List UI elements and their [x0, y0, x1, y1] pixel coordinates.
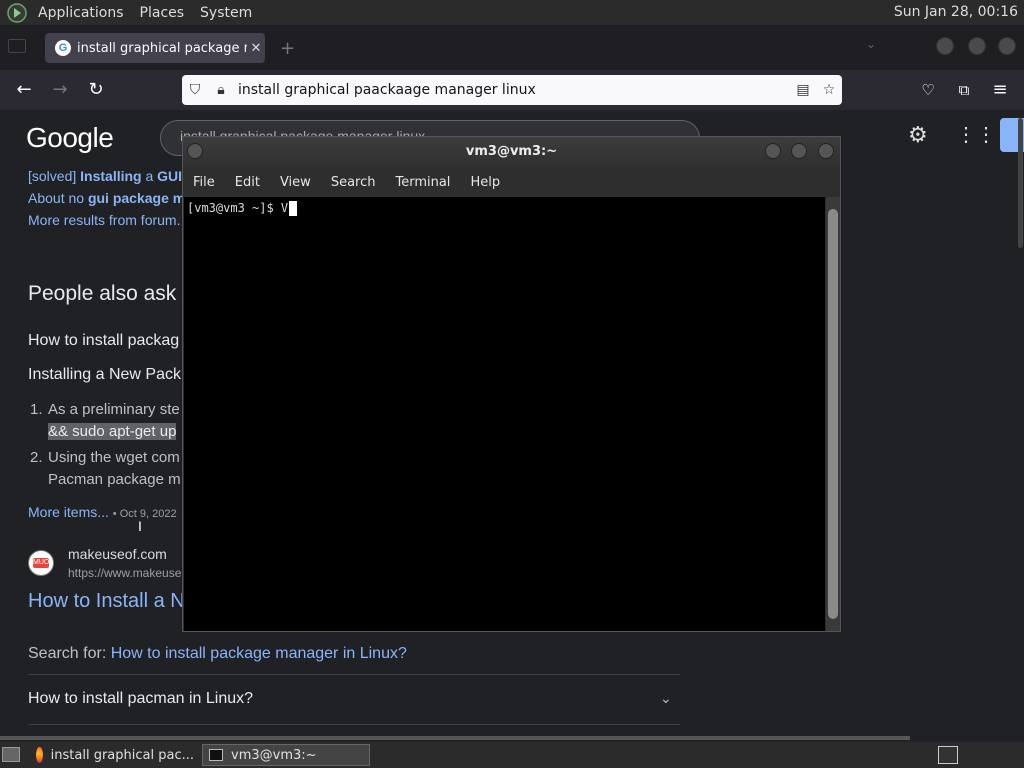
- menu-icon[interactable]: ≡: [988, 78, 1012, 102]
- distro-logo-icon[interactable]: [6, 2, 28, 24]
- applications-menu[interactable]: Applications: [34, 5, 128, 21]
- menu-search[interactable]: Search: [321, 175, 386, 190]
- terminal-menubar: File Edit View Search Terminal Help: [183, 167, 840, 197]
- tab-close-icon[interactable]: ✕: [247, 41, 265, 56]
- list-tabs-icon[interactable]: [8, 39, 26, 53]
- clock[interactable]: Sun Jan 28, 00:16: [894, 4, 1018, 20]
- firefox-icon: [36, 747, 43, 763]
- site-favicon-icon: MUO: [28, 550, 54, 576]
- result-bold2[interactable]: GUI: [157, 168, 182, 184]
- search-for-link[interactable]: How to install package manager in Linux?: [111, 645, 407, 662]
- system-menu[interactable]: System: [196, 5, 256, 21]
- snippet-title: Installing a New Pack: [28, 366, 181, 383]
- terminal-window[interactable]: vm3@vm3:~ File Edit View Search Terminal…: [182, 136, 841, 632]
- browser-tab[interactable]: G install graphical package ma ✕: [45, 33, 265, 63]
- result-mid[interactable]: a: [142, 168, 158, 184]
- forward-icon[interactable]: →: [48, 78, 72, 102]
- google-logo[interactable]: Google: [26, 122, 114, 154]
- url-bar[interactable]: ⛉ 🔒︎ install graphical paackaage manager…: [182, 75, 842, 105]
- workspace-switcher[interactable]: [938, 746, 958, 764]
- more-items-row: More items... • Oct 9, 2022: [28, 504, 177, 520]
- result-prefix-2[interactable]: About no: [28, 190, 88, 206]
- terminal-maximize-button[interactable]: [791, 143, 807, 159]
- terminal-close-button[interactable]: [818, 143, 834, 159]
- star-icon[interactable]: ☆: [816, 82, 842, 98]
- menu-file[interactable]: File: [183, 175, 225, 190]
- terminal-minimize-button[interactable]: [765, 143, 781, 159]
- terminal-prompt: [vm3@vm3 ~]$ V: [187, 201, 289, 215]
- taskbar-terminal-label: vm3@vm3:~: [231, 747, 317, 763]
- list-item-2-line2: Pacman package m: [48, 471, 181, 488]
- list-number-1: 1.: [30, 401, 43, 418]
- pocket-icon[interactable]: ♡: [916, 78, 940, 102]
- divider: [28, 674, 680, 675]
- more-items-link[interactable]: More items...: [28, 504, 109, 520]
- shield-icon[interactable]: ⛉: [182, 82, 208, 98]
- close-window-button[interactable]: [998, 37, 1016, 55]
- highlighted-command: && sudo apt-get up: [48, 423, 177, 440]
- maximize-button[interactable]: [968, 37, 986, 55]
- terminal-icon: [209, 749, 223, 761]
- search-for-label: Search for:: [28, 645, 111, 662]
- browser-toolbar: ← → ↻ ⛉ 🔒︎ install graphical paackaage m…: [0, 70, 1024, 110]
- text-cursor-icon: I: [138, 518, 142, 534]
- expand-chevron-icon[interactable]: ⌄: [660, 690, 672, 707]
- taskbar-firefox[interactable]: install graphical pac...: [30, 744, 200, 766]
- page-scrollbar[interactable]: [1018, 118, 1023, 248]
- tab-overflow-chevron-icon[interactable]: ⌄: [866, 37, 876, 51]
- taskbar-firefox-label: install graphical pac...: [50, 747, 194, 763]
- google-favicon-icon: G: [55, 40, 71, 56]
- paa-question-1[interactable]: How to install packag: [28, 332, 179, 350]
- taskbar-terminal[interactable]: vm3@vm3:~: [202, 744, 370, 766]
- minimize-button[interactable]: [936, 37, 954, 55]
- list-item-1-line1: As a preliminary ste: [48, 401, 180, 418]
- top-panel: Applications Places System Sun Jan 28, 0…: [0, 0, 1024, 25]
- browser-tabstrip: G install graphical package ma ✕ + ⌄: [0, 25, 1024, 70]
- source-name[interactable]: makeuseof.com: [68, 546, 167, 562]
- source-url[interactable]: https://www.makeuse: [68, 566, 181, 580]
- result-line-2[interactable]: About no gui package m: [28, 190, 185, 206]
- search-for-row: Search for: How to install package manag…: [28, 645, 407, 663]
- menu-edit[interactable]: Edit: [225, 175, 270, 190]
- source-title-link[interactable]: How to Install a N: [28, 590, 185, 613]
- terminal-scroll-thumb[interactable]: [828, 209, 838, 619]
- terminal-title: vm3@vm3:~: [465, 144, 558, 159]
- extensions-icon[interactable]: ⧉: [952, 78, 976, 102]
- terminal-scrollbar[interactable]: [826, 197, 840, 631]
- window-menu-button[interactable]: [187, 143, 203, 159]
- terminal-titlebar[interactable]: vm3@vm3:~: [183, 137, 840, 167]
- settings-gear-icon[interactable]: ⚙: [908, 122, 928, 148]
- reload-icon[interactable]: ↻: [84, 78, 108, 102]
- url-text[interactable]: install graphical paackaage manager linu…: [234, 82, 790, 98]
- horizontal-scrollbar[interactable]: [0, 736, 910, 740]
- lock-icon[interactable]: 🔒︎: [208, 82, 234, 98]
- tab-title: install graphical package ma: [77, 40, 247, 56]
- menu-help[interactable]: Help: [460, 175, 510, 190]
- bottom-taskbar: install graphical pac... vm3@vm3:~: [0, 742, 1024, 768]
- more-results-link[interactable]: More results from forum.: [28, 212, 180, 228]
- list-number-2: 2.: [30, 449, 43, 466]
- new-tab-button[interactable]: +: [280, 38, 295, 59]
- show-desktop-icon[interactable]: [2, 747, 20, 762]
- menu-view[interactable]: View: [270, 175, 321, 190]
- people-also-ask-heading: People also ask: [28, 282, 177, 305]
- back-icon[interactable]: ←: [12, 78, 36, 102]
- paa-question-2[interactable]: How to install pacman in Linux?: [28, 690, 253, 708]
- more-items-date: Oct 9, 2022: [119, 508, 177, 520]
- reader-icon[interactable]: ▤: [790, 82, 816, 98]
- places-menu[interactable]: Places: [136, 5, 189, 21]
- menu-terminal[interactable]: Terminal: [385, 175, 460, 190]
- result-line-1[interactable]: [solved] Installing a GUI: [28, 168, 182, 184]
- terminal-body[interactable]: [vm3@vm3 ~]$ V: [184, 197, 825, 631]
- list-item-2-line1: Using the wget com: [48, 449, 180, 466]
- result-bold[interactable]: Installing: [80, 168, 141, 184]
- terminal-cursor: [289, 201, 298, 216]
- list-item-1-line2: && sudo apt-get up: [48, 423, 177, 440]
- result-prefix[interactable]: [solved]: [28, 168, 80, 184]
- divider: [28, 724, 680, 725]
- result-bold-2[interactable]: gui package m: [88, 190, 185, 206]
